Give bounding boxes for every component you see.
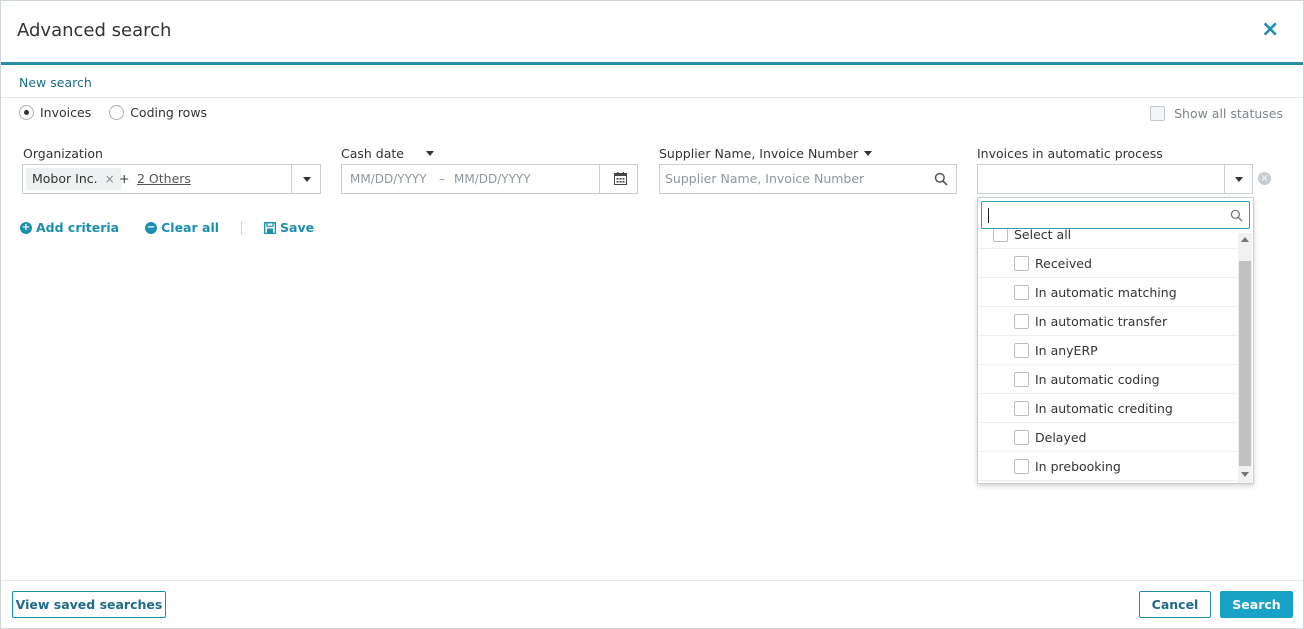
radio-invoices[interactable] [19,105,34,120]
dropdown-search-input[interactable] [988,207,1218,222]
list-item[interactable]: In automatic crediting [978,394,1238,423]
organization-label-text: Organization [23,146,103,161]
radio-coding-rows-label[interactable]: Coding rows [130,105,207,120]
show-all-statuses[interactable]: Show all statuses [1150,106,1283,121]
list-item[interactable]: In automatic coding [978,365,1238,394]
option-checkbox[interactable] [1014,342,1029,358]
caret-down-icon[interactable] [864,151,873,156]
organization-select[interactable]: Mobor Inc. × + 2 Others [22,164,321,194]
date-from-input[interactable]: MM/DD/YYYY [350,172,427,186]
scroll-up-icon[interactable] [1241,237,1249,242]
clear-icon[interactable]: × [1258,172,1271,185]
divider [291,165,292,193]
clear-all-button[interactable]: − Clear all [145,220,219,235]
cash-date-label[interactable]: Cash date [341,146,434,161]
clear-all-label: Clear all [161,220,220,235]
list-item[interactable]: Received [978,249,1238,278]
date-to-input[interactable]: MM/DD/YYYY [454,172,531,186]
close-icon[interactable]: × [1261,19,1279,41]
list-item[interactable]: Delayed [978,423,1238,452]
criteria-actions: + Add criteria − Clear all Save [20,220,314,235]
divider [599,165,600,193]
organization-chip-label: Mobor Inc. [32,171,98,186]
option-label: In anyERP [1035,342,1098,358]
cancel-button[interactable]: Cancel [1139,591,1211,618]
list-item[interactable]: In automatic matching [978,278,1238,307]
save-label: Save [280,220,315,235]
search-icon[interactable] [934,172,948,186]
minus-circle-icon: − [145,221,158,234]
automatic-process-select[interactable] [977,164,1253,194]
divider [1224,165,1225,193]
option-label: In automatic transfer [1035,313,1168,329]
supplier-search-box[interactable] [659,164,957,194]
option-checkbox[interactable] [1014,255,1029,271]
organization-others-link[interactable]: 2 Others [137,171,191,186]
organization-chip: Mobor Inc. × [26,168,121,190]
option-label: In automatic matching [1035,284,1177,300]
dropdown-options-list: Select all Received In automatic matchin… [978,220,1238,481]
chevron-down-icon[interactable] [1235,177,1243,182]
list-item[interactable]: In prebooking [978,452,1238,481]
supplier-label[interactable]: Supplier Name, Invoice Number [659,146,873,161]
scrollbar-thumb[interactable] [1239,261,1251,466]
add-criteria-button[interactable]: + Add criteria [20,220,119,235]
option-checkbox[interactable] [1014,371,1029,387]
divider [241,220,243,235]
search-icon [1230,209,1243,222]
add-criteria-label: Add criteria [36,220,120,235]
save-button[interactable]: Save [264,220,314,235]
tab-new-search[interactable]: New search [19,75,92,90]
cash-date-range[interactable]: MM/DD/YYYY – MM/DD/YYYY [341,164,638,194]
option-checkbox[interactable] [1014,400,1029,416]
dropdown-scrollbar[interactable] [1238,233,1252,483]
save-icon [264,221,276,234]
advanced-search-dialog: Advanced search × New search Invoices Co… [0,0,1304,629]
dialog-header: Advanced search × [1,1,1303,65]
show-all-statuses-checkbox[interactable] [1150,106,1166,121]
radio-invoices-label[interactable]: Invoices [40,105,91,120]
plus-circle-icon: + [20,221,32,234]
caret-down-icon[interactable] [425,151,434,156]
option-label: In automatic crediting [1035,400,1173,416]
search-button[interactable]: Search [1220,591,1293,618]
option-checkbox[interactable] [1014,429,1029,445]
dropdown-search-box[interactable] [981,201,1250,229]
option-label: In prebooking [1035,458,1121,474]
radio-coding-rows[interactable] [109,105,125,120]
option-label: Delayed [1035,429,1087,445]
automatic-process-label: Invoices in automatic process [977,146,1163,161]
option-checkbox[interactable] [1014,313,1029,329]
option-checkbox[interactable] [1014,458,1029,474]
option-checkbox[interactable] [1014,284,1029,300]
automatic-process-label-text: Invoices in automatic process [977,146,1163,161]
chevron-down-icon[interactable] [303,177,311,182]
dialog-title: Advanced search [17,20,172,41]
automatic-process-dropdown: Select all Received In automatic matchin… [977,197,1254,484]
plus-sign: + [119,171,130,186]
scroll-down-icon[interactable] [1241,472,1249,477]
divider [1,580,1303,581]
supplier-search-input[interactable] [665,171,925,186]
date-separator: – [439,172,445,186]
show-all-statuses-label: Show all statuses [1174,106,1283,121]
list-item[interactable]: In automatic transfer [978,307,1238,336]
view-saved-searches-button[interactable]: View saved searches [12,591,166,618]
option-label: In automatic coding [1035,371,1160,387]
chip-remove-icon[interactable]: × [105,168,115,190]
cash-date-label-text: Cash date [341,146,404,161]
search-type-radio-group: Invoices Coding rows [19,105,219,120]
supplier-label-text: Supplier Name, Invoice Number [659,146,859,161]
list-item[interactable]: In anyERP [978,336,1238,365]
divider [1,97,1303,98]
organization-label: Organization [23,146,103,161]
calendar-icon[interactable] [614,172,627,185]
option-label: Received [1035,255,1092,271]
